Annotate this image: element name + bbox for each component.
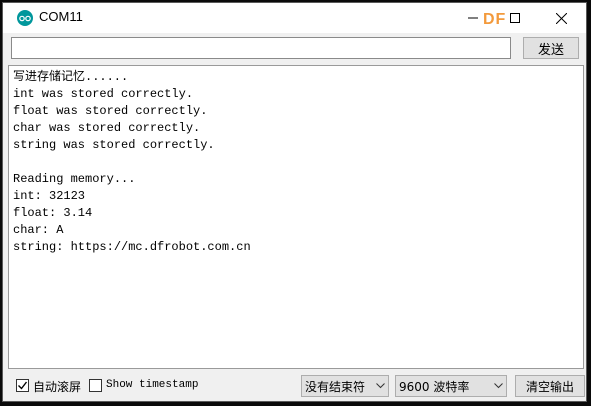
maximize-button[interactable] xyxy=(493,3,537,33)
output-line: float was stored correctly. xyxy=(13,104,208,118)
arduino-logo-icon xyxy=(17,10,33,26)
title-bar[interactable]: COM11 DF xyxy=(3,3,586,33)
output-line: int: 32123 xyxy=(13,189,86,203)
timestamp-checkbox[interactable] xyxy=(89,379,102,392)
output-line: int was stored correctly. xyxy=(13,87,194,101)
line-ending-value: 没有结束符 xyxy=(305,379,366,394)
output-line: Reading memory... xyxy=(13,172,136,186)
maximize-icon xyxy=(510,13,520,23)
clear-output-button[interactable]: 清空输出 xyxy=(515,375,585,397)
checkmark-icon xyxy=(18,381,28,390)
send-input[interactable] xyxy=(11,37,511,59)
send-row: 发送 xyxy=(3,33,586,63)
serial-output[interactable]: 写进存储记忆...... int was stored correctly. flo… xyxy=(8,65,584,369)
close-button[interactable] xyxy=(539,3,583,33)
serial-monitor-window: COM11 DF 发送 写进存储记忆...... int was stored c… xyxy=(2,2,587,402)
window-title: COM11 xyxy=(39,9,83,24)
send-button[interactable]: 发送 xyxy=(523,37,579,59)
output-line: char was stored correctly. xyxy=(13,121,201,135)
autoscroll-label[interactable]: 自动滚屏 xyxy=(33,378,81,395)
minimize-icon xyxy=(468,17,478,19)
timestamp-label[interactable]: Show timestamp xyxy=(106,379,198,391)
baud-rate-value: 9600 波特率 xyxy=(399,379,470,394)
minimize-button[interactable] xyxy=(451,3,495,33)
output-line: string: https://mc.dfrobot.com.cn xyxy=(13,240,251,254)
output-line: string was stored correctly. xyxy=(13,138,215,152)
bottom-toolbar: 自动滚屏 Show timestamp 没有结束符 9600 波特率 清空输出 xyxy=(3,371,586,401)
close-icon xyxy=(555,12,567,24)
output-line: float: 3.14 xyxy=(13,206,93,220)
autoscroll-checkbox[interactable] xyxy=(16,379,29,392)
line-ending-select[interactable]: 没有结束符 xyxy=(301,375,389,397)
output-line: char: A xyxy=(13,223,64,237)
chevron-down-icon xyxy=(372,378,388,394)
output-line: 写进存储记忆...... xyxy=(13,70,129,84)
chevron-down-icon xyxy=(490,378,506,394)
baud-rate-select[interactable]: 9600 波特率 xyxy=(395,375,507,397)
